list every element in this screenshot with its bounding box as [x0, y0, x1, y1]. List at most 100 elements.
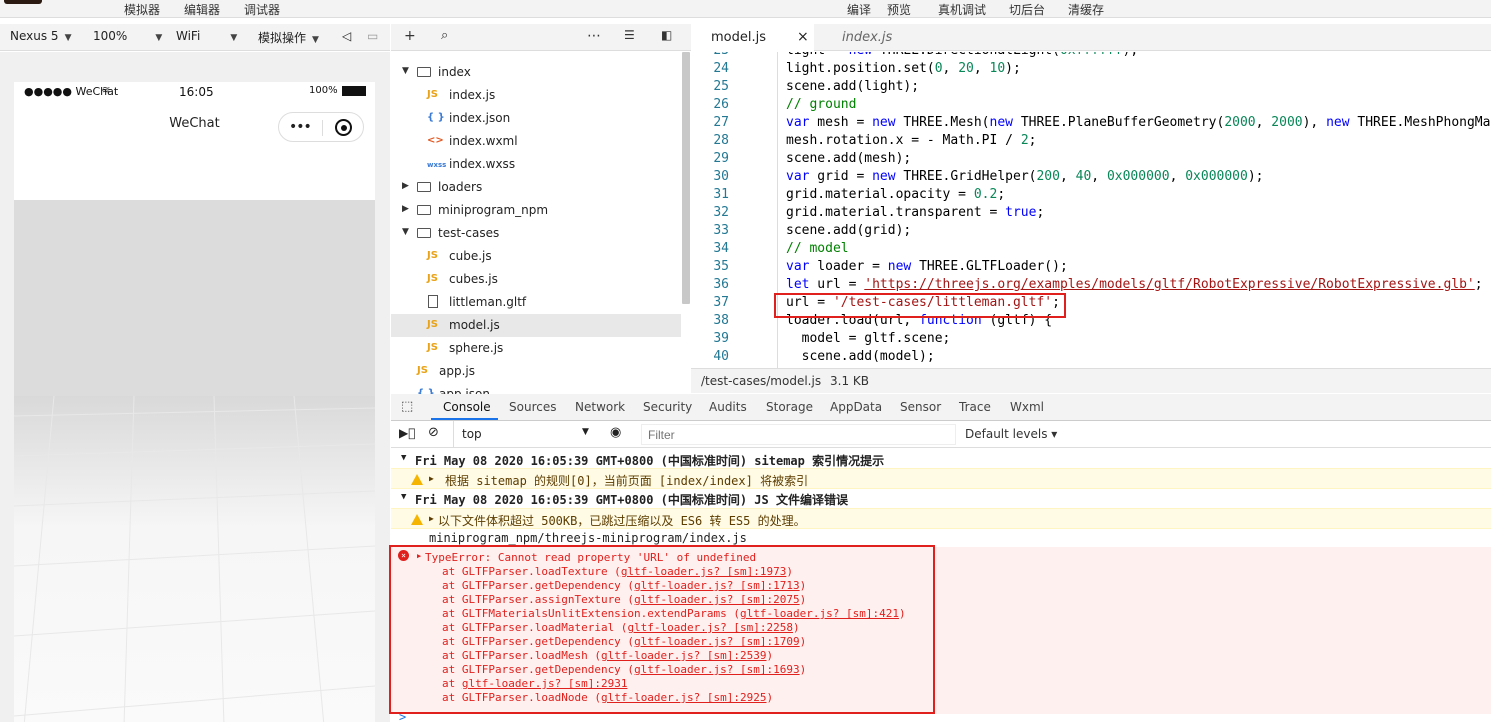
- code-line[interactable]: let url = 'https://threejs.org/examples/…: [786, 277, 1483, 292]
- tree-item[interactable]: JS sphere.js: [391, 337, 681, 360]
- js-file-icon: JS: [427, 250, 438, 261]
- line-number: 32: [713, 205, 729, 220]
- collapse-icon[interactable]: ☰: [624, 28, 635, 42]
- chevron-down-icon[interactable]: ▼: [582, 427, 589, 437]
- tab-appdata[interactable]: AppData: [830, 400, 882, 414]
- tree-item[interactable]: JS model.js: [391, 314, 681, 337]
- context-select[interactable]: top: [462, 427, 482, 441]
- tab-storage[interactable]: Storage: [766, 400, 813, 414]
- tab-trace[interactable]: Trace: [959, 400, 991, 414]
- tree-item[interactable]: JS index.js: [391, 84, 681, 107]
- tab-audits[interactable]: Audits: [709, 400, 747, 414]
- code-line[interactable]: light = new THREE.DirectionalLight(0xfff…: [786, 52, 1138, 58]
- console-group-header[interactable]: ▼ Fri May 08 2020 16:05:39 GMT+0800 (中国标…: [391, 489, 1491, 509]
- menu-background[interactable]: 切后台: [1009, 1, 1045, 18]
- split-icon[interactable]: ◧: [661, 28, 672, 42]
- code-line[interactable]: // model: [786, 241, 849, 256]
- mini-program-capsule[interactable]: •••: [278, 112, 364, 142]
- code-line[interactable]: scene.add(mesh);: [786, 151, 911, 166]
- tab-security[interactable]: Security: [643, 400, 692, 414]
- clear-console-icon[interactable]: ⊘: [428, 425, 439, 440]
- mute-icon[interactable]: ◁: [342, 29, 351, 43]
- close-target-icon[interactable]: [335, 119, 352, 136]
- user-avatar[interactable]: [4, 0, 42, 4]
- tree-item[interactable]: <> index.wxml: [391, 130, 681, 153]
- tab-index-js[interactable]: index.js: [814, 24, 934, 51]
- tree-item[interactable]: JS app.js: [391, 360, 681, 383]
- menu-debugger[interactable]: 调试器: [244, 1, 280, 18]
- code-line[interactable]: scene.add(model);: [786, 349, 935, 364]
- menu-clear-cache[interactable]: 清缓存: [1068, 1, 1104, 18]
- chevron-down-icon[interactable]: ▼: [402, 227, 409, 237]
- tree-item[interactable]: ▶ loaders: [391, 176, 681, 199]
- tree-item[interactable]: ▼ index: [391, 61, 681, 84]
- close-icon[interactable]: ×: [797, 29, 809, 45]
- inspect-icon[interactable]: ⬚: [401, 399, 413, 414]
- file-path-text: miniprogram_npm/threejs-miniprogram/inde…: [429, 531, 747, 545]
- tree-item[interactable]: wxss index.wxss: [391, 153, 681, 176]
- code-line[interactable]: scene.add(light);: [786, 79, 919, 94]
- simulate-select[interactable]: 模拟操作 ▼: [258, 29, 319, 46]
- search-icon[interactable]: ⌕: [441, 28, 448, 43]
- sidebar-toggle-icon[interactable]: ▶⃞: [399, 426, 415, 440]
- tab-model-js[interactable]: model.js ×: [691, 24, 814, 51]
- status-time: 16:05: [179, 85, 214, 99]
- tab-sources[interactable]: Sources: [509, 400, 556, 414]
- code-line[interactable]: scene.add(grid);: [786, 223, 911, 238]
- menu-editor[interactable]: 编辑器: [184, 1, 220, 18]
- eye-icon[interactable]: ◉: [610, 425, 621, 440]
- tree-item[interactable]: { } app.json: [391, 383, 681, 394]
- expand-icon[interactable]: ▼: [401, 453, 406, 463]
- menu-remote-debug[interactable]: 真机调试: [938, 1, 986, 18]
- code-editor[interactable]: 23 light = new THREE.DirectionalLight(0xf…: [691, 52, 1491, 368]
- chevron-right-icon[interactable]: ▶: [402, 181, 409, 191]
- tab-wxml[interactable]: Wxml: [1010, 400, 1044, 414]
- chevron-down-icon: ▼: [230, 33, 238, 43]
- chevron-down-icon[interactable]: ▼: [402, 66, 409, 76]
- code-line[interactable]: grid.material.transparent = true;: [786, 205, 1044, 220]
- chevron-right-icon[interactable]: ▶: [402, 204, 409, 214]
- code-line[interactable]: var mesh = new THREE.Mesh(new THREE.Plan…: [786, 115, 1491, 130]
- tree-item[interactable]: ▼ test-cases: [391, 222, 681, 245]
- menu-simulator[interactable]: 模拟器: [124, 1, 160, 18]
- warning-row[interactable]: ▶ 以下文件体积超过 500KB，已跳过压缩以及 ES6 转 ES5 的处理。: [391, 508, 1491, 529]
- tab-network[interactable]: Network: [575, 400, 625, 414]
- menu-compile[interactable]: 编译: [847, 1, 871, 18]
- tab-sensor[interactable]: Sensor: [900, 400, 941, 414]
- console-group-header[interactable]: ▼ Fri May 08 2020 16:05:39 GMT+0800 (中国标…: [391, 450, 1491, 470]
- line-number: 23: [699, 52, 729, 58]
- code-line[interactable]: mesh.rotation.x = - Math.PI / 2;: [786, 133, 1036, 148]
- expand-icon[interactable]: ▼: [401, 492, 406, 502]
- tree-item[interactable]: littleman.gltf: [391, 291, 681, 314]
- tree-item[interactable]: JS cube.js: [391, 245, 681, 268]
- device-select[interactable]: Nexus 5 ▼: [10, 29, 71, 43]
- network-select[interactable]: WiFi ▼: [176, 29, 237, 43]
- tree-scrollbar[interactable]: [682, 52, 690, 304]
- more-dots-icon[interactable]: •••: [289, 119, 312, 135]
- active-tab-indicator: [431, 418, 498, 420]
- json-file-icon: { }: [427, 112, 445, 123]
- zoom-select[interactable]: 100% ▼: [93, 29, 162, 43]
- tree-item[interactable]: JS cubes.js: [391, 268, 681, 291]
- expand-icon[interactable]: ▶: [429, 474, 434, 483]
- warning-row[interactable]: ▶ 根据 sitemap 的规则[0]，当前页面 [index/index] 将…: [391, 468, 1491, 489]
- code-line[interactable]: grid.material.opacity = 0.2;: [786, 187, 1005, 202]
- code-line[interactable]: var grid = new THREE.GridHelper(200, 40,…: [786, 169, 1264, 184]
- tree-item[interactable]: ▶ miniprogram_npm: [391, 199, 681, 222]
- expand-icon[interactable]: ▶: [429, 514, 434, 523]
- code-line[interactable]: light.position.set(0, 20, 10);: [786, 61, 1021, 76]
- more-icon[interactable]: ⋯: [587, 28, 601, 44]
- tree-item[interactable]: { } index.json: [391, 107, 681, 130]
- add-icon[interactable]: +: [404, 28, 416, 44]
- code-line[interactable]: var loader = new THREE.GLTFLoader();: [786, 259, 1068, 274]
- levels-select[interactable]: Default levels ▾: [965, 427, 1057, 441]
- code-line[interactable]: // ground: [786, 97, 856, 112]
- code-line[interactable]: model = gltf.scene;: [786, 331, 951, 346]
- file-size: 3.1 KB: [830, 374, 869, 388]
- menu-preview[interactable]: 预览: [887, 1, 911, 18]
- tab-console[interactable]: Console: [443, 400, 491, 414]
- popout-icon[interactable]: ▭: [367, 29, 378, 43]
- filter-input[interactable]: [641, 424, 956, 445]
- scene-background: [14, 200, 375, 396]
- zoom-value: 100%: [93, 29, 128, 43]
